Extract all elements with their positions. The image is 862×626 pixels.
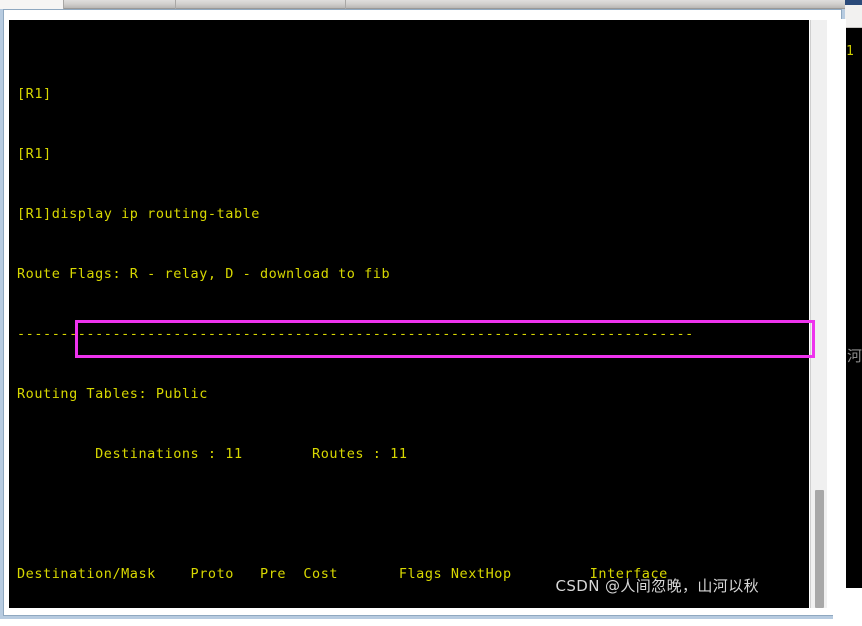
terminal-output: [R1] [R1] [R1]display ip routing-table R…: [9, 20, 694, 608]
route-flags-line: Route Flags: R - relay, D - download to …: [17, 266, 391, 282]
terminal-window: [R1] [R1] [R1]display ip routing-table R…: [0, 0, 846, 626]
prompt-line-2: [R1]: [17, 146, 52, 162]
window-tab-divider-2: [345, 0, 346, 9]
command-line: [R1]display ip routing-table: [17, 206, 260, 222]
background-window[interactable]: 1: [845, 0, 862, 619]
terminal-pane: [R1] [R1] [R1]display ip routing-table R…: [3, 9, 846, 626]
background-window-terminal: 1: [845, 28, 862, 588]
window-tab-strip[interactable]: [0, 0, 845, 9]
window-tab-divider-1: [175, 0, 176, 9]
terminal-canvas[interactable]: [R1] [R1] [R1]display ip routing-table R…: [9, 20, 809, 608]
pane-right-edge: [833, 19, 846, 626]
window-tab-active[interactable]: [0, 0, 64, 9]
screen: 1 河 [R1] [R1] [R1]display ip routing-tab…: [0, 0, 862, 626]
background-window-menubar: [845, 5, 862, 28]
watermark: CSDN @人间忽晚，山河以秋: [555, 577, 759, 595]
counts-line: Destinations : 11 Routes : 11: [17, 446, 408, 462]
separator-line: ----------------------------------------…: [17, 326, 694, 342]
pane-inner-edge: [828, 20, 832, 608]
background-terminal-text: 1: [846, 44, 862, 59]
watermark-fragment-background: 河: [847, 347, 862, 365]
terminal-vertical-scrollbar[interactable]: [810, 20, 827, 608]
blank-line-1: [17, 504, 694, 524]
routing-tables-line: Routing Tables: Public: [17, 386, 208, 402]
scrollbar-thumb[interactable]: [815, 490, 824, 608]
prompt-line-1: [R1]: [17, 86, 52, 102]
